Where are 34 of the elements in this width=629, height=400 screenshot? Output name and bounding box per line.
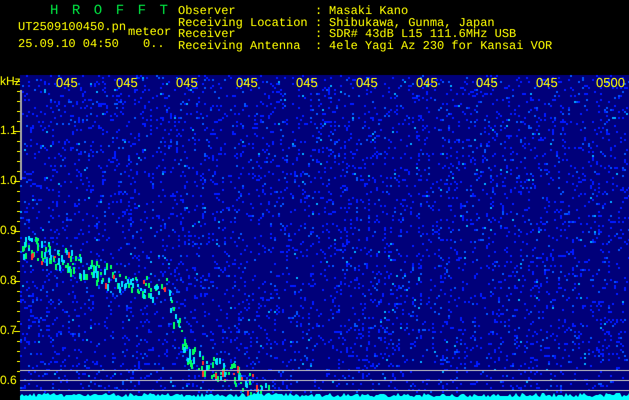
- frequency-label: 0.7: [0, 324, 17, 336]
- count: 0..: [142, 38, 165, 51]
- unit-label: kHz: [0, 75, 21, 87]
- time-label: 045: [116, 77, 139, 89]
- info-value: SDR# 43dB L15 111.6MHz USB: [329, 28, 516, 40]
- info-label: Receiver: [178, 28, 236, 40]
- info-value: 4ele Yagi Az 230 for Kansai VOR: [329, 40, 552, 51]
- info-label: Receiving Location: [178, 16, 309, 28]
- info-value: Masaki Kano: [329, 5, 408, 16]
- time-label: 045: [536, 77, 559, 89]
- time-label: 045: [416, 77, 439, 89]
- frequency-label: 0.8: [0, 274, 17, 286]
- detection-type: meteor: [128, 24, 172, 39]
- frequency-label: 0.6: [0, 374, 17, 386]
- file-name: UT2509100450.pn: [18, 21, 128, 34]
- time-label: 045: [356, 77, 379, 89]
- info-label: Observer: [178, 5, 236, 16]
- info-separator: :: [315, 5, 324, 16]
- info-value: Shibukawa, Gunma, Japan: [329, 16, 495, 28]
- time-label: 045: [176, 77, 199, 89]
- time-label: 0500: [596, 77, 626, 89]
- time-label: 045: [476, 77, 499, 89]
- frequency-label: 1.0: [0, 174, 17, 186]
- time-label: 045: [296, 77, 319, 89]
- frequency-label: 1.1: [0, 124, 17, 136]
- timestamp: 25.09.10 04:50: [18, 38, 120, 51]
- info-separator: :: [315, 28, 324, 40]
- time-label: 045: [236, 77, 259, 89]
- app-title: HROFFT: [49, 5, 178, 19]
- frequency-label: 0.9: [0, 224, 17, 236]
- info-separator: :: [315, 16, 324, 28]
- info-separator: :: [315, 40, 324, 51]
- info-label: Receiving Antenna: [178, 40, 302, 51]
- time-label: 045: [56, 77, 79, 89]
